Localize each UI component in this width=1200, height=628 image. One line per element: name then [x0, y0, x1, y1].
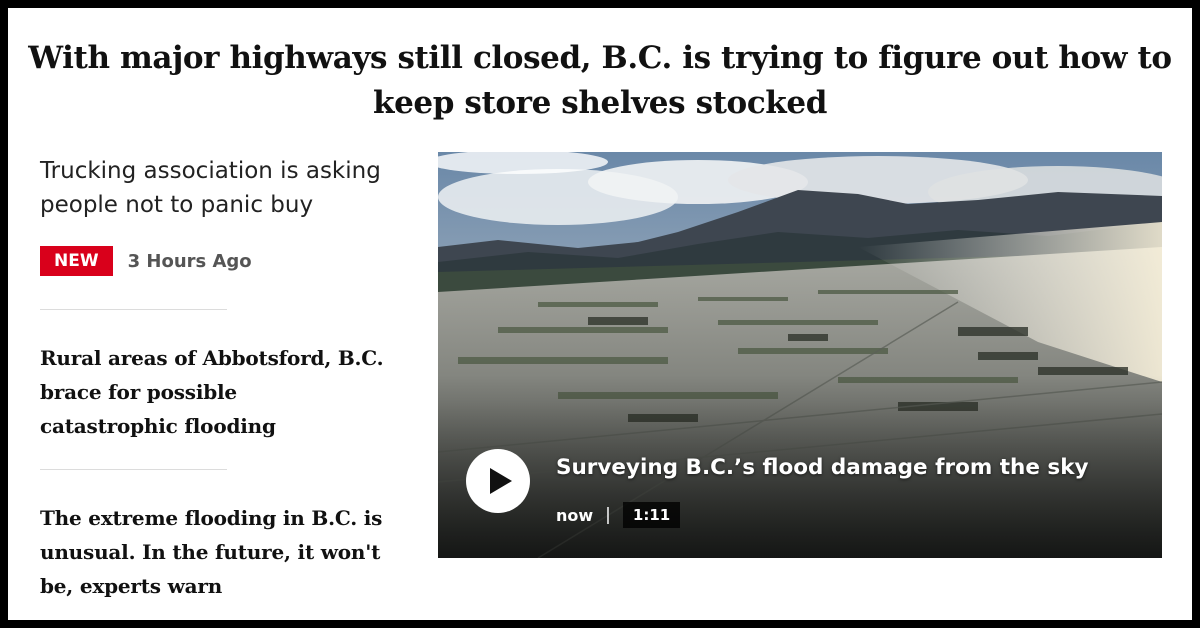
- story-line: unusual. In the future, it won't: [40, 540, 381, 564]
- headline[interactable]: With major highways still closed, B.C. i…: [8, 36, 1192, 126]
- badge-row: NEW 3 Hours Ago: [40, 246, 252, 276]
- subheadline-line-2: people not to panic buy: [40, 192, 314, 218]
- new-badge: NEW: [40, 246, 113, 276]
- video-duration: 1:11: [622, 502, 681, 528]
- story-line: brace for possible: [40, 380, 237, 404]
- timestamp: 3 Hours Ago: [127, 250, 252, 272]
- video-meta: now | 1:11: [556, 502, 681, 528]
- story-line: Rural areas of Abbotsford, B.C.: [40, 346, 384, 370]
- subheadline-line-1: Trucking association is asking: [40, 158, 381, 184]
- headline-line-2: keep store shelves stocked: [373, 85, 827, 121]
- play-button[interactable]: [466, 449, 530, 513]
- flood-aerial-image: [438, 152, 1162, 558]
- subheadline: Trucking association is asking people no…: [40, 154, 390, 222]
- divider: [40, 309, 227, 310]
- separator: |: [605, 505, 611, 525]
- divider: [40, 469, 227, 470]
- story-line: catastrophic flooding: [40, 414, 276, 438]
- story-link-extreme-flooding[interactable]: The extreme flooding in B.C. is unusual.…: [40, 501, 390, 603]
- card-frame: With major highways still closed, B.C. i…: [8, 8, 1192, 620]
- story-link-abbotsford[interactable]: Rural areas of Abbotsford, B.C. brace fo…: [40, 341, 390, 443]
- play-icon: [490, 468, 512, 494]
- story-line: The extreme flooding in B.C. is: [40, 506, 383, 530]
- headline-line-1: With major highways still closed, B.C. i…: [28, 40, 1172, 76]
- video-title[interactable]: Surveying B.C.’s flood damage from the s…: [556, 455, 1089, 480]
- video-player[interactable]: Surveying B.C.’s flood damage from the s…: [438, 152, 1162, 558]
- video-status: now: [556, 505, 594, 525]
- story-line: be, experts warn: [40, 574, 223, 598]
